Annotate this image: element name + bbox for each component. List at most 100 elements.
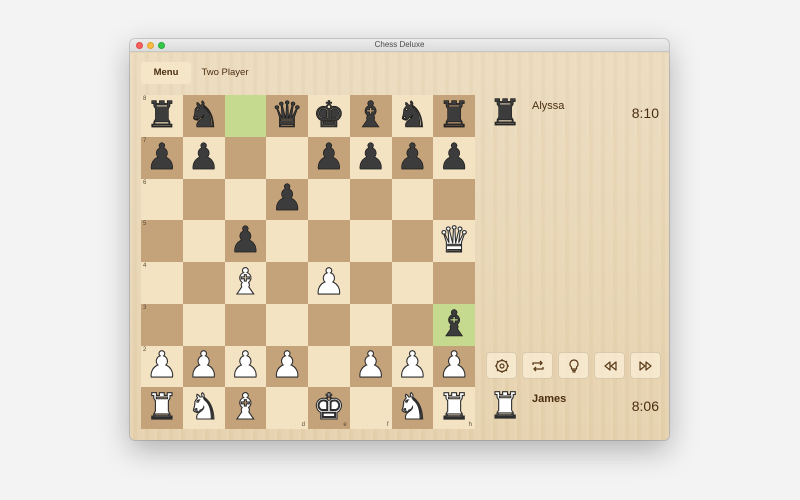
square-c5[interactable]: ♟ xyxy=(224,220,267,262)
square-g1[interactable]: ♞ xyxy=(391,387,434,429)
square-d3[interactable] xyxy=(266,303,308,346)
square-b3[interactable] xyxy=(182,303,225,346)
square-b1[interactable]: ♞ xyxy=(182,387,225,429)
square-c6[interactable] xyxy=(224,178,267,221)
square-h3[interactable]: ♝ xyxy=(433,303,475,346)
white-knight-icon[interactable]: ♞ xyxy=(396,389,429,426)
square-h5[interactable]: ♛ xyxy=(433,220,475,262)
rewind-button[interactable] xyxy=(594,352,625,379)
black-knight-icon[interactable]: ♞ xyxy=(396,97,429,134)
square-e6[interactable] xyxy=(308,178,350,221)
black-pawn-icon[interactable]: ♟ xyxy=(145,139,178,176)
square-f3[interactable] xyxy=(349,303,392,346)
square-c2[interactable]: ♟ xyxy=(224,345,267,388)
square-f8[interactable]: ♝ xyxy=(349,95,392,137)
square-h4[interactable] xyxy=(433,262,475,304)
black-pawn-icon[interactable]: ♟ xyxy=(312,139,345,176)
square-g3[interactable] xyxy=(391,303,434,346)
square-g4[interactable] xyxy=(391,262,434,304)
square-h2[interactable]: ♟ xyxy=(433,345,475,388)
square-b7[interactable]: ♟ xyxy=(182,136,225,179)
square-d6[interactable]: ♟ xyxy=(266,178,308,221)
square-g7[interactable]: ♟ xyxy=(391,136,434,179)
white-pawn-icon[interactable]: ♟ xyxy=(145,347,178,384)
square-e7[interactable]: ♟ xyxy=(308,136,350,179)
square-a1[interactable]: ♜ xyxy=(141,387,183,429)
square-f7[interactable]: ♟ xyxy=(349,136,392,179)
white-pawn-icon[interactable]: ♟ xyxy=(187,347,220,384)
black-pawn-icon[interactable]: ♟ xyxy=(354,139,387,176)
black-rook-icon[interactable]: ♜ xyxy=(438,97,471,134)
square-a7[interactable]: 7 ♟ xyxy=(141,136,183,179)
square-g2[interactable]: ♟ xyxy=(391,345,434,388)
square-f1[interactable]: f xyxy=(349,387,392,429)
square-g5[interactable] xyxy=(391,220,434,262)
white-bishop-icon[interactable]: ♝ xyxy=(229,389,262,426)
black-bishop-icon[interactable]: ♝ xyxy=(438,306,471,343)
square-h6[interactable] xyxy=(433,178,475,221)
square-f4[interactable] xyxy=(349,262,392,304)
square-d7[interactable] xyxy=(266,136,308,179)
square-e1[interactable]: e ♚ xyxy=(308,387,350,429)
square-b6[interactable] xyxy=(182,178,225,221)
black-pawn-icon[interactable]: ♟ xyxy=(438,139,471,176)
square-c3[interactable] xyxy=(224,303,267,346)
white-pawn-icon[interactable]: ♟ xyxy=(270,347,303,384)
white-rook-icon[interactable]: ♜ xyxy=(145,389,178,426)
square-g6[interactable] xyxy=(391,178,434,221)
black-queen-icon[interactable]: ♛ xyxy=(271,97,304,134)
square-b4[interactable] xyxy=(182,262,225,304)
white-pawn-icon[interactable]: ♟ xyxy=(229,347,262,384)
square-e4[interactable]: ♟ xyxy=(308,262,350,304)
square-c8[interactable] xyxy=(224,95,267,137)
square-a3[interactable]: 3 xyxy=(141,303,183,346)
square-b5[interactable] xyxy=(182,220,225,262)
square-f5[interactable] xyxy=(349,220,392,262)
square-c7[interactable] xyxy=(224,136,267,179)
square-a4[interactable]: 4 xyxy=(141,262,183,304)
black-king-icon[interactable]: ♚ xyxy=(312,97,345,134)
square-f6[interactable] xyxy=(349,178,392,221)
black-rook-icon[interactable]: ♜ xyxy=(145,97,178,134)
white-knight-icon[interactable]: ♞ xyxy=(187,389,220,426)
square-h1[interactable]: h ♜ xyxy=(433,387,475,429)
white-bishop-icon[interactable]: ♝ xyxy=(229,264,262,301)
square-d5[interactable] xyxy=(266,220,308,262)
black-knight-icon[interactable]: ♞ xyxy=(187,97,220,134)
white-pawn-icon[interactable]: ♟ xyxy=(437,347,470,384)
square-h8[interactable]: ♜ xyxy=(433,95,475,137)
square-e3[interactable] xyxy=(308,303,350,346)
square-d8[interactable]: ♛ xyxy=(266,95,308,137)
hint-button[interactable] xyxy=(558,352,589,379)
flip-board-button[interactable] xyxy=(522,352,553,379)
square-h7[interactable]: ♟ xyxy=(433,136,475,179)
black-bishop-icon[interactable]: ♝ xyxy=(354,97,387,134)
square-a5[interactable]: 5 xyxy=(141,220,183,262)
square-a2[interactable]: 2 ♟ xyxy=(141,345,183,388)
chess-board[interactable]: 8 ♜ ♞ ♛ ♚ ♝ ♞ ♜ 7 ♟ ♟ ♟ ♟ ♟ ♟ 6 ♟ 5 ♟ ♛ 4 ♝ ♟ 3 ♝ 2 ♟ ♟ ♟ ♟ ♟ ♟ ♟ ♜ ♞ ♝ d e ♚ f… xyxy=(141,95,475,429)
square-e2[interactable] xyxy=(308,345,350,388)
settings-button[interactable] xyxy=(486,352,517,379)
square-b8[interactable]: ♞ xyxy=(182,95,225,137)
menu-button[interactable]: Menu xyxy=(141,62,191,84)
square-b2[interactable]: ♟ xyxy=(182,345,225,388)
fast-forward-button[interactable] xyxy=(630,352,661,379)
white-pawn-icon[interactable]: ♟ xyxy=(354,347,387,384)
white-king-icon[interactable]: ♚ xyxy=(312,389,345,426)
white-pawn-icon[interactable]: ♟ xyxy=(312,264,345,301)
square-d4[interactable] xyxy=(266,262,308,304)
black-pawn-icon[interactable]: ♟ xyxy=(271,181,304,218)
square-g8[interactable]: ♞ xyxy=(391,95,434,137)
square-f2[interactable]: ♟ xyxy=(349,345,392,388)
square-c1[interactable]: ♝ xyxy=(224,387,267,429)
square-c4[interactable]: ♝ xyxy=(224,262,267,304)
black-pawn-icon[interactable]: ♟ xyxy=(229,222,262,259)
square-a6[interactable]: 6 xyxy=(141,178,183,221)
square-a8[interactable]: 8 ♜ xyxy=(141,95,183,137)
black-pawn-icon[interactable]: ♟ xyxy=(187,139,220,176)
white-rook-icon[interactable]: ♜ xyxy=(437,389,470,426)
white-pawn-icon[interactable]: ♟ xyxy=(396,347,429,384)
square-e8[interactable]: ♚ xyxy=(308,95,350,137)
square-d2[interactable]: ♟ xyxy=(266,345,308,388)
white-queen-icon[interactable]: ♛ xyxy=(437,222,470,259)
